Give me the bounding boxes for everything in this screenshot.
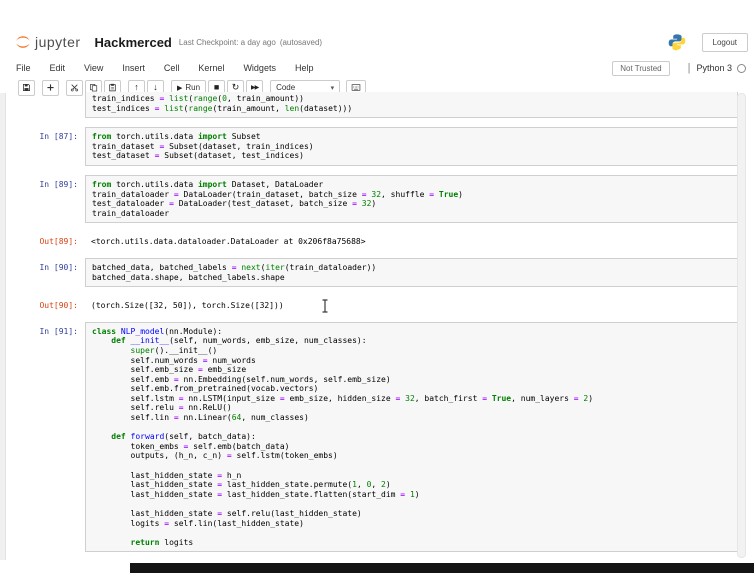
restart-icon: ↻ <box>231 82 240 92</box>
code-line: self.emb_size = emb_size <box>92 365 247 375</box>
code-line: outputs, (h_n, c_n) = self.lstm(token_em… <box>92 451 338 461</box>
output-cell[interactable]: Out[90]: (torch.Size([32, 50]), torch.Siz… <box>0 296 738 311</box>
menubar: File Edit View Insert Cell Kernel Widget… <box>16 60 748 76</box>
menu-file[interactable]: File <box>16 63 31 73</box>
code-line: self.emb = nn.Embedding(self.num_words, … <box>92 374 391 384</box>
input-prompt <box>0 92 85 118</box>
code-line: super().__init__() <box>130 345 218 355</box>
text-cursor <box>321 299 329 313</box>
play-icon: ▶ <box>177 84 183 92</box>
kernel-name: Python 3 <box>696 63 732 73</box>
code-line: def __init__(self, num_words, emb_size, … <box>111 336 367 346</box>
code-line: from torch.utils.data import Dataset, Da… <box>92 179 324 189</box>
code-line: last_hidden_state = self.relu(last_hidde… <box>92 509 362 518</box>
code-line: class NLP_model(nn.Module): <box>92 326 223 336</box>
output-text: <torch.utils.data.dataloader.DataLoader … <box>91 237 366 247</box>
jupyter-logo-text: jupyter <box>35 34 81 50</box>
jupyter-logo[interactable]: jupyter <box>14 33 81 51</box>
code-line: token_embs = self.emb(batch_data) <box>92 441 290 451</box>
code-cell[interactable]: train_indices = list(range(0, train_amou… <box>0 92 738 119</box>
plus-icon <box>47 84 54 91</box>
code-line: last_hidden_state = last_hidden_state.pe… <box>92 480 391 490</box>
scissors-icon <box>70 84 79 92</box>
notebook-cells: train_indices = list(range(0, train_amou… <box>0 92 738 563</box>
python-logo-icon <box>668 33 702 51</box>
code-line: return logits <box>130 537 194 547</box>
code-editor[interactable]: from torch.utils.data import Subset train… <box>85 127 738 166</box>
run-label: Run <box>185 83 201 92</box>
input-prompt: In [91]: <box>39 326 78 336</box>
input-prompt: In [89]: <box>39 179 78 189</box>
copy-icon <box>90 84 98 92</box>
bottom-black-bar <box>130 563 754 573</box>
menu-widgets[interactable]: Widgets <box>243 63 276 73</box>
output-prompt: Out[89]: <box>39 237 78 247</box>
kernel-separator: | <box>687 62 691 74</box>
menu-kernel[interactable]: Kernel <box>198 63 224 73</box>
code-line: train_dataloader = DataLoader(train_data… <box>92 189 463 199</box>
code-line: test_dataset = Subset(dataset, test_indi… <box>92 151 304 161</box>
save-icon <box>23 84 30 91</box>
trust-status-badge[interactable]: Not Trusted <box>612 60 670 76</box>
arrow-down-icon: ↓ <box>153 82 158 92</box>
cell-type-value: Code <box>276 83 296 92</box>
code-cell[interactable]: In [87]: from torch.utils.data import Sub… <box>0 127 738 166</box>
code-cell[interactable]: In [91]: class NLP_model(nn.Module): def … <box>0 321 738 553</box>
menu-help[interactable]: Help <box>295 63 314 73</box>
code-line: batched_data, batched_labels = next(iter… <box>92 262 377 272</box>
notebook-title[interactable]: Hackmerced <box>95 35 172 50</box>
fast-forward-icon: ▶▶ <box>250 85 259 91</box>
code-line: last_hidden_state = last_hidden_state.fl… <box>92 489 420 499</box>
code-editor[interactable]: from torch.utils.data import Dataset, Da… <box>85 174 738 224</box>
code-line: train_dataloader <box>92 208 170 218</box>
autosave-status: (autosaved) <box>279 37 323 47</box>
code-line: self.relu = nn.ReLU() <box>92 403 232 413</box>
menu-insert[interactable]: Insert <box>122 63 145 73</box>
menu-view[interactable]: View <box>84 63 103 73</box>
menu-cell[interactable]: Cell <box>164 63 180 73</box>
input-prompt: In [87]: <box>39 132 78 142</box>
code-line: test_indices = list(range(train_amount, … <box>92 103 353 113</box>
header: jupyter Hackmerced Last Checkpoint: a da… <box>14 30 748 54</box>
input-prompt: In [90]: <box>39 262 78 272</box>
output-prompt: Out[90]: <box>39 301 78 311</box>
code-editor[interactable]: train_indices = list(range(0, train_amou… <box>85 92 738 119</box>
code-line: self.num_words = num_words <box>92 355 256 365</box>
logout-button[interactable]: Logout <box>701 32 748 52</box>
code-line: logits = self.lin(last_hidden_state) <box>92 518 304 528</box>
stop-icon: ■ <box>213 82 220 92</box>
code-editor[interactable]: class NLP_model(nn.Module): def __init__… <box>85 321 738 553</box>
code-line: test_dataloader = DataLoader(test_datase… <box>92 199 377 209</box>
kernel-status-icon <box>737 63 746 73</box>
menu-edit[interactable]: Edit <box>50 63 66 73</box>
code-line: train_dataset = Subset(dataset, train_in… <box>92 141 314 151</box>
keyboard-icon <box>351 84 361 91</box>
jupyter-logo-icon <box>16 36 30 48</box>
code-line: self.lin = nn.Linear(64, num_classes) <box>92 413 309 423</box>
code-cell[interactable]: In [90]: batched_data, batched_labels = n… <box>0 257 738 288</box>
code-line: from torch.utils.data import Subset <box>92 132 261 142</box>
code-line: batched_data.shape, batched_labels.shape <box>92 272 285 282</box>
arrow-up-icon: ↑ <box>134 82 139 92</box>
code-editor[interactable]: batched_data, batched_labels = next(iter… <box>85 257 738 288</box>
code-line: def forward(self, batch_data): <box>111 432 256 442</box>
output-cell[interactable]: Out[89]: <torch.utils.data.dataloader.Dat… <box>0 232 738 247</box>
output-text: (torch.Size([32, 50]), torch.Size([32])) <box>91 301 284 311</box>
chevron-down-icon: ▾ <box>330 84 335 92</box>
code-line: self.lstm = nn.LSTM(input_size = emb_siz… <box>92 393 594 403</box>
paste-icon <box>109 83 116 92</box>
code-line: self.emb.from_pretrained(vocab.vectors) <box>92 384 319 394</box>
notebook-scrollbar[interactable] <box>737 93 746 558</box>
code-line: train_indices = list(range(0, train_amou… <box>92 94 304 103</box>
code-cell[interactable]: In [89]: from torch.utils.data import Dat… <box>0 174 738 224</box>
checkpoint-status: Last Checkpoint: a day ago <box>178 37 276 47</box>
code-line: last_hidden_state = h_n <box>92 470 242 480</box>
